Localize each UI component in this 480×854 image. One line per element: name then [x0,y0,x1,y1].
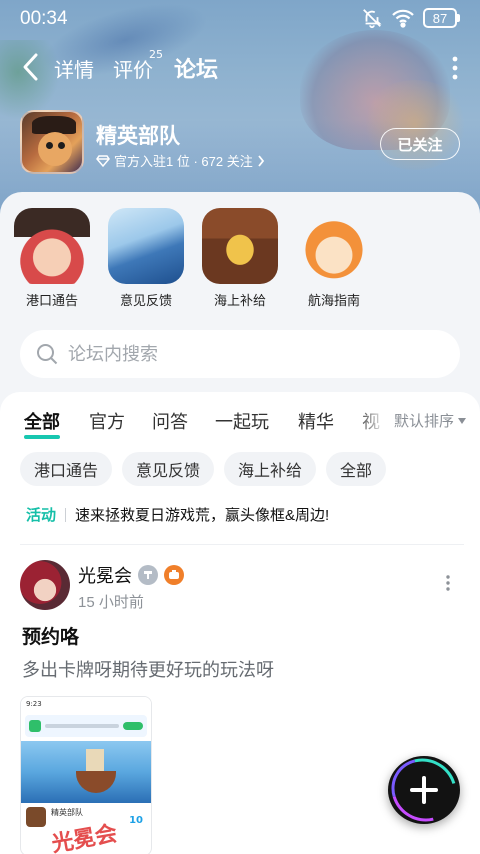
filter-chips: 港口通告 意见反馈 海上补给 全部 [20,452,387,486]
chip-feedback[interactable]: 意见反馈 [122,452,215,486]
role-badge-icon [164,565,184,585]
image-number: 10 [129,815,143,826]
game-header-banner: 00:34 87 详情 评价 25 论坛 精英部队 官方入驻1 位 · 672 … [0,0,480,215]
section-label: 港口通告 [25,293,78,308]
feed-tab-official[interactable]: 官方 [89,408,125,434]
search-input[interactable] [68,343,428,365]
section-sailing-guide[interactable]: 航海指南 [288,208,380,309]
top-nav: 详情 评价 25 论坛 [0,48,480,88]
back-arrow-icon[interactable] [20,52,42,82]
activity-banner[interactable]: 活动 速来拯救夏日游戏荒，赢头像框&周边! [26,504,329,525]
post-title: 预约咯 [22,627,80,648]
activity-text: 速来拯救夏日游戏荒，赢头像框&周边! [75,507,330,524]
battery-level: 87 [423,8,457,28]
sort-dropdown[interactable]: 默认排序 [389,410,466,431]
caret-down-icon [458,417,466,424]
forum-search-bar[interactable] [20,330,460,378]
image-app-name: 精英部队 [51,808,83,817]
section-label: 海上补给 [213,293,266,308]
search-icon [37,344,58,365]
feed-tab-play-together[interactable]: 一起玩 [215,408,269,434]
avatar[interactable] [20,560,70,610]
feed-tab-qa[interactable]: 问答 [152,408,188,434]
game-stats[interactable]: 官方入驻1 位 · 672 关注 [96,151,265,170]
post-more-icon[interactable] [446,575,450,591]
fox-girl-icon [296,208,372,284]
game-info: 精英部队 官方入驻1 位 · 672 关注 已关注 [20,110,460,180]
image-status-time: 9:23 [21,697,151,713]
swordfish-icon [108,208,184,284]
section-sea-supply[interactable]: 海上补给 [194,208,286,309]
chevron-right-icon [258,154,264,167]
post-body: 多出卡牌呀期待更好玩的玩法呀 [22,660,274,680]
forum-sections: 港口通告 意见反馈 海上补给 航海指南 [0,208,480,318]
feed-tab-featured[interactable]: 精华 [298,408,334,434]
game-name: 精英部队 [96,125,180,148]
feed-tabs: 全部 官方 问答 一起玩 精华 视 默认排序 [0,406,480,439]
tab-forum[interactable]: 论坛 [174,52,218,84]
sort-label: 默认排序 [393,413,454,430]
post-time: 15 小时前 [78,594,144,611]
follow-button[interactable]: 已关注 [380,128,460,160]
pirate-girl-icon [14,208,90,284]
wifi-icon [392,9,414,28]
reviews-count-badge: 25 [149,48,163,61]
chip-sea-supply[interactable]: 海上补给 [224,452,317,486]
tab-details[interactable]: 详情 [54,54,94,83]
section-feedback[interactable]: 意见反馈 [100,208,192,309]
status-time: 00:34 [20,8,68,29]
more-vertical-icon[interactable] [452,56,458,80]
section-label: 意见反馈 [119,293,172,308]
post-image[interactable]: 9:23 精英部队 10 光冕会 [20,696,152,854]
create-post-button[interactable] [388,756,460,824]
tab-reviews[interactable]: 评价 [113,54,153,83]
battery-indicator: 87 [423,8,460,28]
chip-all[interactable]: 全部 [326,452,387,486]
section-port-notice[interactable]: 港口通告 [6,208,98,309]
divider [20,544,464,545]
feed-tab-all[interactable]: 全部 [24,408,60,439]
level-badge-icon [138,565,158,585]
section-label: 航海指南 [307,293,360,308]
author-name: 光冕会 [78,566,132,586]
diamond-icon [96,154,110,167]
game-logo[interactable] [20,110,84,174]
game-stats-text: 官方入驻1 位 · 672 关注 [114,154,253,169]
bell-off-icon [363,9,382,29]
status-bar: 00:34 87 [0,0,480,38]
chip-port-notice[interactable]: 港口通告 [20,452,113,486]
post-author[interactable]: 光冕会 [78,562,184,588]
plus-icon [410,776,438,804]
activity-tag: 活动 [26,507,57,524]
treasure-chest-icon [202,208,278,284]
